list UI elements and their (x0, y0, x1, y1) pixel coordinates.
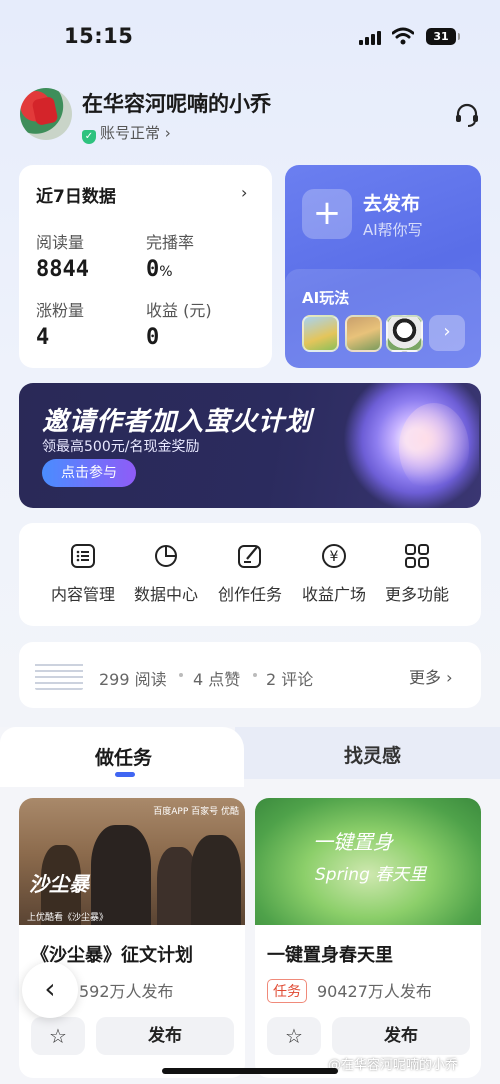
weekly-data-card[interactable]: 近7日数据 › 阅读量 8844 完播率 0% 涨粉量 4 收益 (元) 0 (19, 165, 272, 368)
pie-chart-icon (155, 545, 177, 567)
shortcut-more-functions[interactable]: 更多功能 (375, 543, 459, 605)
shortcut-content-management[interactable]: 内容管理 (41, 543, 125, 605)
ai-play-title: AI玩法 (302, 289, 350, 307)
reads-count: 299 阅读 (99, 670, 167, 689)
user-name: 在华容河呢喃的小乔 (82, 92, 271, 116)
task-publish-count: 90427万人发布 (317, 982, 432, 1001)
data-card-title: 近7日数据 (36, 187, 116, 207)
account-status-label: 账号正常 › (100, 124, 171, 142)
tab-find-inspiration[interactable]: 找灵感 (344, 741, 401, 768)
edit-icon (238, 545, 261, 568)
task-poster: 一键置身 Spring 春天里 (255, 798, 481, 925)
grid-icon (405, 544, 429, 568)
post-thumbnail (35, 660, 83, 690)
yen-icon: ¥ (322, 544, 346, 568)
publish-button[interactable]: 发布 (332, 1017, 470, 1055)
home-indicator[interactable] (162, 1068, 338, 1074)
separator-dot (253, 673, 257, 677)
recent-post-stats[interactable]: 299 阅读 4 点赞 2 评论 更多 › (19, 642, 481, 708)
publish-button[interactable]: 发布 (96, 1017, 234, 1055)
svg-text:¥: ¥ (330, 549, 339, 565)
chevron-right-icon[interactable]: › (429, 315, 465, 351)
ai-thumb-2[interactable] (345, 315, 382, 352)
firefly-banner[interactable]: 邀请作者加入萤火计划 领最高500元/名现金奖励 点击参与 (19, 383, 481, 508)
poster-logos: 百度APP 百家号 优酷 (153, 807, 239, 817)
account-status[interactable]: ✓ 账号正常 › (82, 122, 171, 144)
more-link[interactable]: 更多 › (409, 664, 453, 688)
headset-icon[interactable] (454, 102, 480, 128)
watermark: @在华容河呢喃的小乔 (328, 1058, 459, 1073)
poster-subtitle: Spring 春天里 (315, 865, 427, 885)
task-meta: 任务 90427万人发布 (267, 978, 432, 1003)
poster-title: 沙尘暴 (29, 872, 89, 896)
separator-dot (179, 673, 183, 677)
banner-title: 邀请作者加入萤火计划 (42, 407, 313, 437)
star-icon[interactable]: ☆ (267, 1017, 321, 1055)
ai-thumb-3[interactable] (386, 315, 423, 352)
banner-subtitle: 领最高500元/名现金奖励 (42, 439, 200, 455)
publish-subtitle: AI帮你写 (363, 221, 423, 239)
task-poster: 沙尘暴 上优酷看《沙尘暴》 百度APP 百家号 优酷 (19, 798, 245, 925)
poster-subtitle: 上优酷看《沙尘暴》 (27, 913, 109, 923)
shortcut-panel: 内容管理 数据中心 创作任务 ¥ 收益广场 更多功能 (19, 523, 481, 626)
task-tag: 任务 (267, 979, 307, 1003)
task-title: 一键置身春天里 (267, 945, 393, 966)
chevron-right-icon[interactable]: › (241, 183, 247, 202)
shortcut-income-plaza[interactable]: ¥ 收益广场 (292, 543, 376, 605)
back-arrow-icon[interactable]: ‹ (22, 962, 78, 1018)
active-tab-indicator (115, 772, 135, 777)
tab-do-tasks-label[interactable]: 做任务 (95, 743, 152, 770)
status-time: 15:15 (64, 24, 134, 48)
banner-glow-graphic (399, 403, 469, 493)
shortcut-label: 更多功能 (384, 585, 449, 604)
ai-thumb-1[interactable] (302, 315, 339, 352)
status-bar: 15:15 31 (0, 0, 500, 72)
reads-label: 阅读量 (36, 233, 85, 252)
task-card-spring[interactable]: 一键置身 Spring 春天里 一键置身春天里 任务 90427万人发布 ☆ 发布 (255, 798, 481, 1078)
publish-card[interactable]: + 去发布 AI帮你写 AI玩法 › (285, 165, 481, 368)
followers-label: 涨粉量 (36, 301, 85, 320)
signal-icon (359, 31, 383, 45)
battery-icon: 31 (426, 28, 460, 45)
avatar[interactable] (20, 88, 72, 140)
star-icon[interactable]: ☆ (31, 1017, 85, 1055)
shortcut-label: 创作任务 (217, 585, 282, 604)
wifi-icon (392, 27, 414, 45)
join-button[interactable]: 点击参与 (42, 459, 136, 487)
income-value: 0 (146, 325, 160, 350)
poster-title: 一键置身 (313, 830, 393, 854)
completion-value: 0% (146, 257, 173, 282)
followers-value: 4 (36, 325, 50, 350)
income-label: 收益 (元) (146, 301, 212, 320)
task-card-sandstorm[interactable]: 沙尘暴 上优酷看《沙尘暴》 百度APP 百家号 优酷 《沙尘暴》征文计划 592… (19, 798, 245, 1078)
likes-count: 4 点赞 (193, 670, 241, 689)
list-icon (71, 544, 95, 568)
shortcut-data-center[interactable]: 数据中心 (124, 543, 208, 605)
comments-count: 2 评论 (266, 670, 314, 689)
shortcut-creation-tasks[interactable]: 创作任务 (208, 543, 292, 605)
publish-title: 去发布 (363, 193, 421, 215)
task-publish-count: 592万人发布 (79, 982, 174, 1001)
plus-icon[interactable]: + (302, 189, 352, 239)
shortcut-label: 内容管理 (50, 585, 115, 604)
completion-label: 完播率 (146, 233, 195, 252)
shield-check-icon: ✓ (82, 130, 96, 144)
shortcut-label: 数据中心 (133, 585, 198, 604)
shortcut-label: 收益广场 (301, 585, 366, 604)
reads-value: 8844 (36, 257, 89, 282)
